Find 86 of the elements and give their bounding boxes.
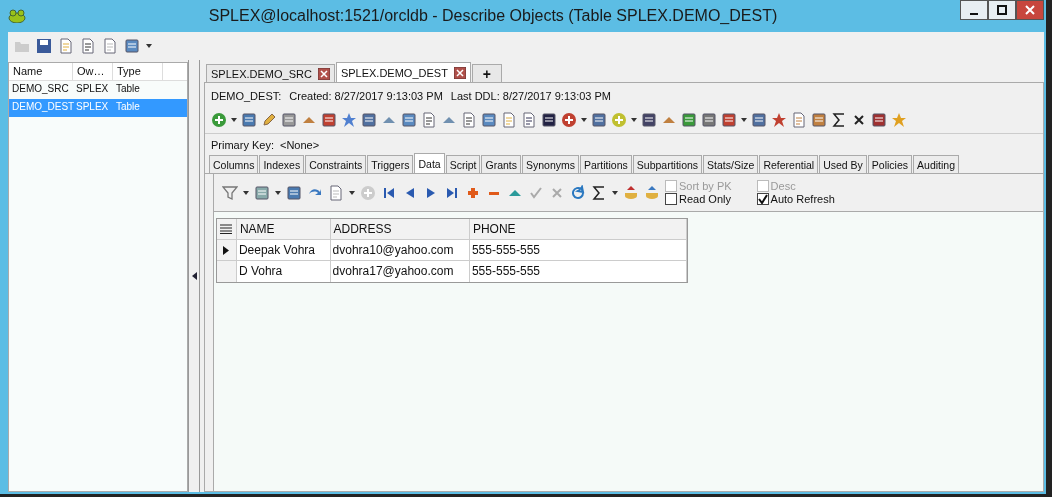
collapse-icon <box>191 272 197 280</box>
close-icon <box>1025 5 1035 15</box>
pencil-icon[interactable] <box>261 111 277 128</box>
caret-icon[interactable] <box>741 117 747 122</box>
caret-icon[interactable] <box>146 44 152 48</box>
column-header[interactable]: Type <box>113 63 163 80</box>
caret-icon[interactable] <box>612 190 618 195</box>
column-header[interactable]: ADDRESS <box>330 219 470 239</box>
tab-label: SPLEX.DEMO_SRC <box>211 67 312 80</box>
list-cell-text: Table <box>115 82 141 96</box>
maximize-button[interactable] <box>988 0 1016 20</box>
caret-icon[interactable] <box>275 190 281 195</box>
sub-tab[interactable]: Stats/Size <box>703 155 759 173</box>
floppy-icon[interactable] <box>36 38 52 54</box>
sub-tab[interactable]: Policies <box>867 155 913 173</box>
caret-icon[interactable] <box>581 117 587 122</box>
checkbox[interactable]: Read Only <box>665 193 732 205</box>
object-row[interactable]: DEMO_SRC SPLEX Table <box>9 81 187 99</box>
caret-icon[interactable] <box>231 117 237 122</box>
sub-tab[interactable]: Constraints <box>305 155 367 173</box>
close-icon[interactable] <box>317 67 330 80</box>
sub-tab[interactable]: Indexes <box>259 155 305 173</box>
export-icon[interactable] <box>623 184 639 201</box>
sub-tab[interactable]: Referential <box>759 155 819 173</box>
add-icon[interactable] <box>211 111 227 128</box>
close-icon[interactable] <box>453 66 466 79</box>
row-header[interactable] <box>217 240 237 260</box>
sub-tab[interactable]: Used By <box>819 155 867 173</box>
minimize-icon <box>970 13 978 15</box>
table-cell: dvohra10@yahoo.com <box>330 240 470 260</box>
column-header[interactable]: Ow… <box>73 63 113 80</box>
column-header[interactable]: PHONE <box>469 219 687 239</box>
import-icon[interactable] <box>644 184 660 201</box>
table-cell: dvohra17@yahoo.com <box>330 261 470 282</box>
list-cell-text: DEMO_DEST <box>11 100 73 114</box>
sub-tab[interactable]: Columns <box>209 155 259 173</box>
current-row-icon <box>223 245 230 255</box>
minimize-button[interactable] <box>960 0 988 20</box>
close-button[interactable] <box>1016 0 1044 20</box>
tab-label: SPLEX.DEMO_DEST <box>340 66 448 79</box>
sub-tab[interactable]: Partitions <box>580 155 632 173</box>
table-cell: 555-555-555 <box>469 261 687 282</box>
refresh-icon[interactable] <box>570 184 586 201</box>
sub-tab[interactable]: Triggers <box>367 155 414 173</box>
object-name: DEMO_DEST: <box>211 90 282 102</box>
new-tab-button[interactable]: + <box>471 64 502 82</box>
splitter[interactable] <box>188 60 200 492</box>
check-icon <box>757 194 768 204</box>
list-cell-text: SPLEX <box>75 82 110 96</box>
sub-tab[interactable]: Script <box>445 155 481 173</box>
document-tab[interactable]: SPLEX.DEMO_SRC <box>206 64 335 82</box>
document-icon[interactable] <box>80 38 96 54</box>
frog-icon <box>8 9 26 23</box>
sum-icon[interactable] <box>591 184 607 201</box>
document-icon[interactable] <box>102 38 118 54</box>
caret-icon[interactable] <box>631 117 637 122</box>
table-cell: Deepak Vohra <box>236 240 331 260</box>
list-icon[interactable] <box>220 224 233 234</box>
list-cell-text: SPLEX <box>75 100 110 114</box>
table-cell: D Vohra <box>236 261 331 282</box>
list-cell-text: DEMO_SRC <box>11 82 70 96</box>
document-tab[interactable]: SPLEX.DEMO_DEST <box>335 62 471 82</box>
sum-icon[interactable] <box>831 111 847 128</box>
table-cell: 555-555-555 <box>469 240 687 260</box>
list-cell-text: Table <box>115 100 141 114</box>
sub-tab[interactable]: Grants <box>481 155 521 173</box>
sub-tab[interactable]: Subpartitions <box>632 155 703 173</box>
checkbox[interactable]: Auto Refresh <box>756 193 835 205</box>
created-date: Created: 8/27/2017 9:13:03 PM <box>289 90 443 102</box>
last-ddl-date: Last DDL: 8/27/2017 9:13:03 PM <box>450 90 611 102</box>
caret-icon[interactable] <box>243 190 249 195</box>
filter-icon[interactable] <box>222 184 238 201</box>
sub-tab[interactable]: Synonyms <box>522 155 580 173</box>
primary-key-value: <None> <box>279 139 320 151</box>
new-document-icon[interactable] <box>58 38 74 54</box>
primary-key-label: Primary Key: <box>211 139 274 151</box>
maximize-icon <box>997 5 1007 15</box>
sub-tab[interactable]: Auditing <box>913 155 959 173</box>
document-icon[interactable] <box>461 111 477 128</box>
caret-icon[interactable] <box>349 190 355 195</box>
column-header[interactable]: NAME <box>236 219 331 239</box>
sub-tab[interactable]: Data <box>414 153 445 173</box>
new-document-icon[interactable] <box>501 111 517 128</box>
copy-icon[interactable] <box>328 184 344 201</box>
column-header[interactable]: Name <box>9 63 73 80</box>
window-title: SPLEX@localhost:1521/orcldb - Describe Objects (Table SPLEX.DEMO_DEST) <box>207 7 779 25</box>
